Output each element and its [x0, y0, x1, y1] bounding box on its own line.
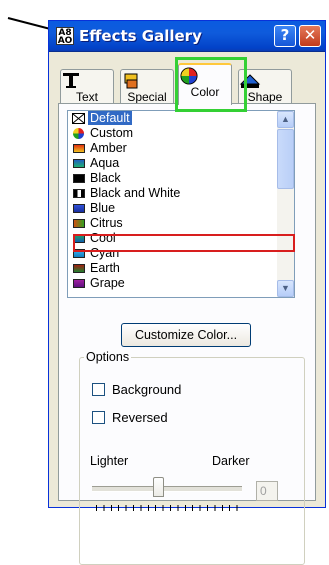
blue-swatch	[73, 204, 85, 213]
scroll-up-icon[interactable]: ▲	[277, 111, 294, 128]
list-scrollbar[interactable]: ▲ ▼	[277, 111, 294, 297]
brightness-slider-track[interactable]	[92, 486, 242, 492]
list-item-label: Custom	[90, 126, 134, 140]
help-button[interactable]: ?	[274, 25, 296, 47]
options-legend: Options	[84, 350, 132, 364]
citrus-highlight-box	[73, 234, 295, 252]
default-icon	[72, 113, 85, 124]
app-icon: A8 AO	[56, 27, 74, 46]
list-item[interactable]: Black	[68, 171, 294, 186]
slider-ticks	[96, 505, 244, 511]
reversed-label: Reversed	[112, 410, 168, 425]
custom-icon	[73, 128, 84, 139]
list-item[interactable]: Citrus	[68, 216, 294, 231]
color-panel: Default Custom Amber Aqua Black Black an…	[58, 103, 316, 565]
effects-gallery-window: A8 AO Effects Gallery ? ✕ Text Special C…	[48, 20, 326, 565]
background-checkbox[interactable]	[92, 383, 105, 396]
scroll-thumb[interactable]	[277, 129, 294, 189]
color-scheme-list[interactable]: Default Custom Amber Aqua Black Black an…	[67, 110, 295, 298]
lighter-label: Lighter	[90, 454, 129, 468]
list-item-label: Blue	[90, 201, 116, 215]
darker-label: Darker	[212, 454, 250, 468]
list-item-label: Default	[88, 111, 132, 125]
list-item[interactable]: Default	[68, 111, 294, 126]
scroll-down-icon[interactable]: ▼	[277, 280, 294, 297]
list-item[interactable]: Blue	[68, 201, 294, 216]
list-item-label: Grape	[90, 276, 125, 290]
text-tool-icon	[63, 73, 79, 88]
black-and-white-swatch	[73, 189, 85, 198]
list-item-label: Black	[90, 171, 121, 185]
list-item[interactable]: Black and White	[68, 186, 294, 201]
customize-color-button[interactable]: Customize Color...	[121, 323, 251, 347]
list-item-label: Black and White	[90, 186, 181, 200]
list-item[interactable]: Custom	[68, 126, 294, 141]
citrus-swatch	[73, 219, 85, 228]
list-item-label: Amber	[90, 141, 127, 155]
list-item-label: Citrus	[90, 216, 123, 230]
list-item[interactable]: Earth	[68, 261, 294, 276]
reversed-checkbox[interactable]	[92, 411, 105, 424]
tab-special-label: Special	[127, 90, 167, 104]
grape-swatch	[73, 279, 85, 288]
tab-highlight-box	[175, 57, 247, 112]
amber-swatch	[73, 144, 85, 153]
background-label: Background	[112, 382, 182, 397]
earth-swatch	[73, 264, 85, 273]
options-group: Options Background Reversed Lighter Dark…	[79, 350, 305, 565]
window-title: Effects Gallery	[79, 27, 202, 45]
brightness-slider-thumb[interactable]	[153, 477, 164, 497]
black-swatch	[73, 174, 85, 183]
aqua-swatch	[73, 159, 85, 168]
close-button[interactable]: ✕	[299, 25, 321, 47]
app-icon-text-bottom: AO	[57, 36, 73, 46]
title-bar[interactable]: A8 AO Effects Gallery ? ✕	[49, 21, 325, 52]
list-item[interactable]: Grape	[68, 276, 294, 291]
list-item[interactable]: Amber	[68, 141, 294, 156]
tab-text[interactable]: Text	[60, 69, 114, 104]
list-item-label: Earth	[90, 261, 120, 275]
special-effects-icon	[124, 73, 138, 89]
tab-special[interactable]: Special	[120, 69, 174, 104]
list-item[interactable]: Aqua	[68, 156, 294, 171]
tab-text-label: Text	[75, 90, 98, 104]
list-item-label: Aqua	[90, 156, 120, 170]
slider-value-field[interactable]: 0	[256, 481, 278, 501]
